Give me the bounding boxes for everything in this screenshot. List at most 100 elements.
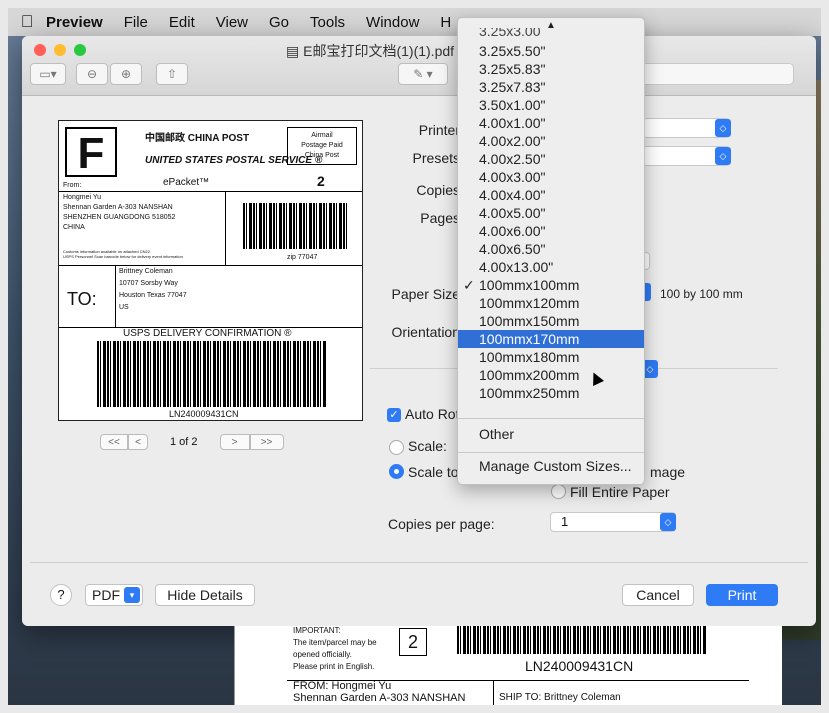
paper-size-description: 100 by 100 mm [660,287,743,301]
confirmation-title: USPS DELIVERY CONFIRMATION ® [123,328,292,339]
orientation-label: Orientation [391,324,460,340]
help-button[interactable]: ? [50,584,72,606]
pdf-file-icon: ▤ [286,43,304,59]
bg-ship-to: SHIP TO: Brittney Coleman [499,692,621,703]
zoom-window-button[interactable] [74,44,86,56]
paper-size-item[interactable]: 4.00x2.00" [458,132,644,150]
divider [59,265,362,266]
checkmark-icon: ✓ [463,277,475,293]
print-button[interactable]: Print [706,584,778,606]
preview-window: ▤ E邮宝打印文档(1)(1).pdf ▭▾ ⊖ ⊕ ⇧ ✎ ▾ F 中国邮政 … [22,36,816,626]
bg-from-address: Shennan Garden A-303 NANSHAN [293,692,466,704]
paper-size-item[interactable]: 3.25x5.50" [458,42,644,60]
menu-window[interactable]: Window [366,14,419,31]
auto-rotate-checkbox[interactable]: ✓ [387,408,401,422]
paper-size-item[interactable]: 4.00x6.00" [458,222,644,240]
menu-help[interactable]: H [440,14,451,31]
window-titlebar: ▤ E邮宝打印文档(1)(1).pdf ▭▾ ⊖ ⊕ ⇧ ✎ ▾ [22,36,816,96]
from-line: Hongmei Yu [63,194,102,201]
other-paper-size-item[interactable]: Other [458,425,644,443]
scale-radio[interactable] [389,440,404,455]
clipped-menu-item: 3.25x3.00 [479,28,541,38]
print-entire-image-label: mage [650,464,686,480]
markup-button[interactable]: ✎ ▾ [398,63,448,85]
paper-size-item[interactable]: 100mmx150mm [458,312,644,330]
copies-label: Copies [416,182,460,198]
cancel-button[interactable]: Cancel [622,584,694,606]
important-line: IMPORTANT: [293,626,341,635]
last-page-button[interactable]: >> [249,434,284,450]
pdf-menu-button[interactable]: PDF ▾ [85,584,143,606]
paper-size-item-label: 100mmx100mm [479,277,580,293]
divider [225,191,226,265]
divider [115,265,116,327]
scale-label: Scale: [408,438,447,454]
next-page-button[interactable]: > [219,434,250,450]
manage-custom-sizes-item[interactable]: Manage Custom Sizes... [458,457,644,475]
menu-edit[interactable]: Edit [169,14,195,31]
minimize-window-button[interactable] [54,44,66,56]
fill-entire-paper-radio[interactable] [551,484,566,499]
first-page-button[interactable]: << [100,434,128,450]
separator [30,562,808,563]
paper-size-menu: ▲ 3.25x3.00 3.25x5.50" 3.25x5.83" 3.25x7… [457,17,645,485]
apple-icon[interactable]:  [8,12,46,32]
scale-to-fit-label: Scale to [408,464,459,480]
bg-tracking: LN240009431CN [525,658,634,674]
important-line: opened officially. [293,650,352,659]
copies-per-page-popup[interactable]: 1 [550,512,676,532]
presets-label: Presets [412,150,460,166]
from-line: Shennan Garden A-303 NANSHAN [63,204,173,211]
prev-page-button[interactable]: < [128,434,148,450]
menu-app-preview[interactable]: Preview [46,14,103,31]
to-line: US [119,304,129,311]
presets-stepper-icon: ◇ [715,147,731,165]
to-line: 10707 Sorsby Way [119,280,178,287]
zoom-out-button[interactable]: ⊖ [76,63,108,85]
paper-size-item[interactable]: 3.25x5.83" [458,60,644,78]
paper-size-item[interactable]: 4.00x13.00" [458,258,644,276]
print-sheet: F 中国邮政 CHINA POST UNITED STATES POSTAL S… [30,96,808,626]
page-indicator: 1 of 2 [170,436,198,448]
paper-size-item[interactable]: 4.00x2.50" [458,150,644,168]
paper-size-item[interactable]: 4.00x1.00" [458,114,644,132]
zoom-in-button[interactable]: ⊕ [110,63,142,85]
window-title: ▤ E邮宝打印文档(1)(1).pdf [286,41,454,61]
hide-details-button[interactable]: Hide Details [155,584,255,606]
paper-size-item[interactable]: 100mmx250mm [458,384,644,402]
bg-number: 2 [399,628,427,656]
paper-size-item[interactable]: 100mmx180mm [458,348,644,366]
close-window-button[interactable] [34,44,46,56]
copies-per-page-label: Copies per page: [388,516,495,532]
paper-size-item-highlighted[interactable]: 100mmx170mm [458,330,644,348]
paper-size-item-checked[interactable]: ✓ 100mmx100mm [458,276,644,294]
scale-to-fit-radio[interactable] [389,464,404,479]
background-document: IMPORTANT: The item/parcel may be opened… [234,626,782,705]
label-letter: F [65,127,117,178]
paper-size-item[interactable]: 4.00x3.00" [458,168,644,186]
menu-file[interactable]: File [124,14,148,31]
paper-size-item[interactable]: 100mmx200mm [458,366,644,384]
paper-size-item[interactable]: 4.00x5.00" [458,204,644,222]
menu-view[interactable]: View [216,14,248,31]
scroll-up-arrow-icon[interactable]: ▲ [546,20,556,31]
china-post-logo: 中国邮政 CHINA POST [145,133,250,144]
from-line: SHENZHEN GUANGDONG 518052 [63,214,176,221]
label-number: 2 [317,173,325,189]
paper-size-item[interactable]: 4.00x6.50" [458,240,644,258]
paper-size-item[interactable]: 3.25x7.83" [458,78,644,96]
paper-size-item[interactable]: 3.50x1.00" [458,96,644,114]
zoom-out-icon: ⊖ [86,67,98,81]
share-button[interactable]: ⇧ [156,63,188,85]
menu-tools[interactable]: Tools [310,14,345,31]
paper-size-item[interactable]: 100mmx120mm [458,294,644,312]
usps-note: USPS Personnel Scan barcode below for de… [63,254,183,259]
to-line: Houston Texas 77047 [119,292,187,299]
divider [493,680,494,705]
menu-go[interactable]: Go [269,14,289,31]
menu-separator [458,452,644,453]
paper-size-item[interactable]: 4.00x4.00" [458,186,644,204]
sidebar-toggle-button[interactable]: ▭▾ [30,63,66,85]
paper-size-label: Paper Size [391,286,460,302]
bg-barcode [457,626,707,654]
